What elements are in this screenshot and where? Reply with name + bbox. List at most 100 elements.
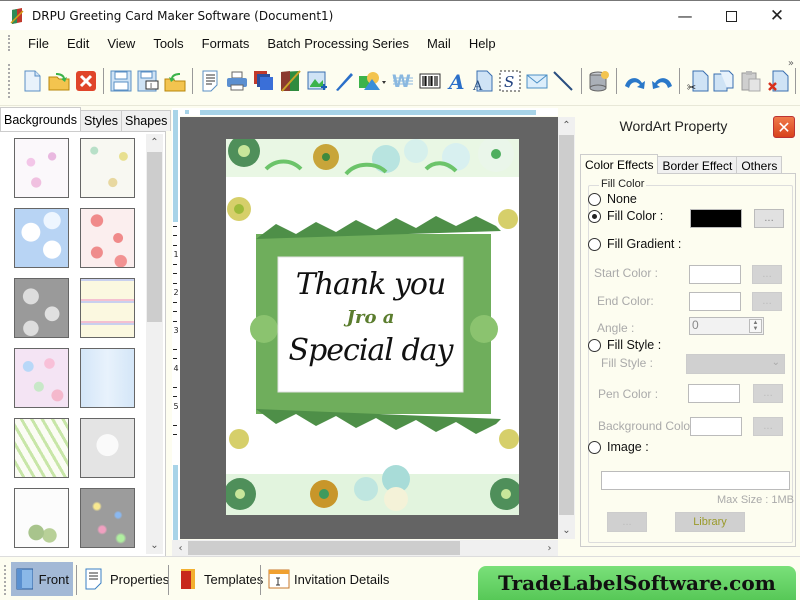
browse-image-button[interactable]: ...: [607, 512, 647, 532]
menu-view[interactable]: View: [98, 36, 144, 51]
design-canvas[interactable]: Thank you Jro a Special day: [180, 117, 558, 539]
barcode-button[interactable]: [418, 68, 442, 94]
background-thumbnail[interactable]: [80, 208, 135, 268]
undo-button[interactable]: [623, 68, 647, 94]
background-thumbnail[interactable]: [14, 138, 69, 198]
menu-tools[interactable]: Tools: [144, 36, 192, 51]
card-text-line3[interactable]: Special day: [278, 333, 463, 368]
tab-invitation-details[interactable]: Invitation Details: [264, 562, 393, 596]
close-window-button[interactable]: ✕: [754, 1, 800, 31]
database-button[interactable]: [587, 68, 611, 94]
option-none[interactable]: None: [588, 192, 637, 206]
pen-color-swatch[interactable]: [688, 384, 740, 403]
layers-button[interactable]: [252, 68, 276, 94]
menu-batch-processing[interactable]: Batch Processing Series: [258, 36, 418, 51]
mail-button[interactable]: [525, 68, 549, 94]
scroll-up-arrow-icon[interactable]: ⌃: [146, 134, 163, 151]
radio-image[interactable]: [588, 440, 601, 454]
greeting-card[interactable]: Thank you Jro a Special day: [226, 139, 519, 515]
tab-front[interactable]: Front: [11, 562, 73, 596]
background-thumbnail[interactable]: [80, 138, 135, 198]
background-thumbnail[interactable]: [14, 488, 69, 548]
save-as-button[interactable]: I: [136, 68, 160, 94]
watermark-button[interactable]: W: [391, 68, 415, 94]
delete-button[interactable]: [766, 68, 790, 94]
scroll-down-arrow-icon[interactable]: ⌄: [146, 537, 163, 554]
maximize-button[interactable]: [708, 1, 754, 31]
end-color-picker-button[interactable]: ...: [752, 292, 782, 311]
tab-color-effects[interactable]: Color Effects: [580, 154, 659, 174]
background-button[interactable]: [278, 68, 302, 94]
option-fill-style[interactable]: Fill Style :: [588, 338, 661, 352]
close-document-button[interactable]: [74, 68, 98, 94]
start-color-swatch[interactable]: [689, 265, 741, 284]
tab-templates[interactable]: Templates: [174, 562, 267, 596]
text-button[interactable]: A: [472, 68, 496, 94]
tab-others[interactable]: Others: [736, 156, 783, 174]
tab-styles[interactable]: Styles: [79, 110, 123, 131]
scrollbar-thumb[interactable]: [188, 541, 460, 555]
pen-button[interactable]: [332, 68, 356, 94]
menu-formats[interactable]: Formats: [193, 36, 259, 51]
scroll-left-arrow-icon[interactable]: ‹: [172, 540, 189, 557]
properties-button[interactable]: [198, 68, 222, 94]
background-thumbnail[interactable]: [80, 348, 135, 408]
menu-edit[interactable]: Edit: [58, 36, 98, 51]
fill-style-select[interactable]: ⌄: [686, 354, 785, 374]
pen-color-picker-button[interactable]: ...: [753, 384, 783, 403]
card-text-line1[interactable]: Thank you: [278, 267, 463, 302]
option-fill-gradient[interactable]: Fill Gradient :: [588, 237, 681, 251]
background-thumbnail[interactable]: [14, 348, 69, 408]
canvas-vertical-scrollbar[interactable]: ⌃ ⌄: [558, 117, 575, 539]
background-thumbnail[interactable]: [80, 488, 135, 548]
scrollbar-thumb[interactable]: [559, 135, 574, 515]
cut-button[interactable]: ✂: [686, 68, 710, 94]
start-color-picker-button[interactable]: ...: [752, 265, 782, 284]
image-path-field[interactable]: [601, 471, 790, 490]
spinner-arrows-icon[interactable]: ▲ ▼: [749, 319, 762, 333]
option-fill-color[interactable]: Fill Color :: [588, 209, 663, 223]
minimize-button[interactable]: —: [662, 1, 708, 31]
insert-image-button[interactable]: [305, 68, 329, 94]
fill-color-picker-button[interactable]: ...: [754, 209, 784, 228]
save-button[interactable]: [109, 68, 133, 94]
redo-button[interactable]: [650, 68, 674, 94]
toolbar-overflow-button[interactable]: »: [788, 58, 794, 69]
menu-file[interactable]: File: [19, 36, 58, 51]
signature-button[interactable]: S: [498, 68, 522, 94]
background-thumbnail[interactable]: [14, 418, 69, 478]
new-button[interactable]: [20, 68, 44, 94]
background-thumbnail[interactable]: [14, 208, 69, 268]
radio-none[interactable]: [588, 192, 601, 206]
fill-color-swatch[interactable]: [690, 209, 742, 228]
wordart-button[interactable]: A: [445, 68, 469, 94]
scroll-right-arrow-icon[interactable]: ›: [541, 540, 558, 557]
tab-backgrounds[interactable]: Backgrounds: [0, 107, 81, 131]
close-panel-button[interactable]: ✕: [773, 116, 795, 138]
scroll-up-arrow-icon[interactable]: ⌃: [558, 117, 575, 134]
tab-shapes[interactable]: Shapes: [121, 110, 172, 131]
scroll-down-arrow-icon[interactable]: ⌄: [558, 522, 575, 539]
scrollbar-thumb[interactable]: [147, 152, 162, 322]
open-button[interactable]: [47, 68, 71, 94]
tab-border-effect[interactable]: Border Effect: [657, 156, 738, 174]
line-button[interactable]: [552, 68, 576, 94]
card-text-line2[interactable]: Jro a: [278, 307, 463, 328]
background-thumbnail[interactable]: [80, 418, 135, 478]
radio-fill-gradient[interactable]: [588, 237, 601, 251]
radio-fill-style[interactable]: [588, 338, 601, 352]
export-button[interactable]: [163, 68, 187, 94]
menu-help[interactable]: Help: [460, 36, 505, 51]
radio-fill-color[interactable]: [588, 209, 601, 223]
menu-mail[interactable]: Mail: [418, 36, 460, 51]
background-thumbnail[interactable]: [80, 278, 135, 338]
angle-spinner[interactable]: 0 ▲ ▼: [689, 317, 764, 335]
background-thumbnail[interactable]: [14, 278, 69, 338]
library-button[interactable]: Library: [675, 512, 745, 532]
left-panel-scrollbar[interactable]: ⌃ ⌄: [146, 134, 163, 554]
background-color-swatch[interactable]: [690, 417, 742, 436]
background-color-picker-button[interactable]: ...: [753, 417, 783, 436]
shapes-button[interactable]: [358, 68, 388, 94]
print-button[interactable]: [225, 68, 249, 94]
canvas-horizontal-scrollbar[interactable]: ‹ ›: [172, 540, 558, 556]
